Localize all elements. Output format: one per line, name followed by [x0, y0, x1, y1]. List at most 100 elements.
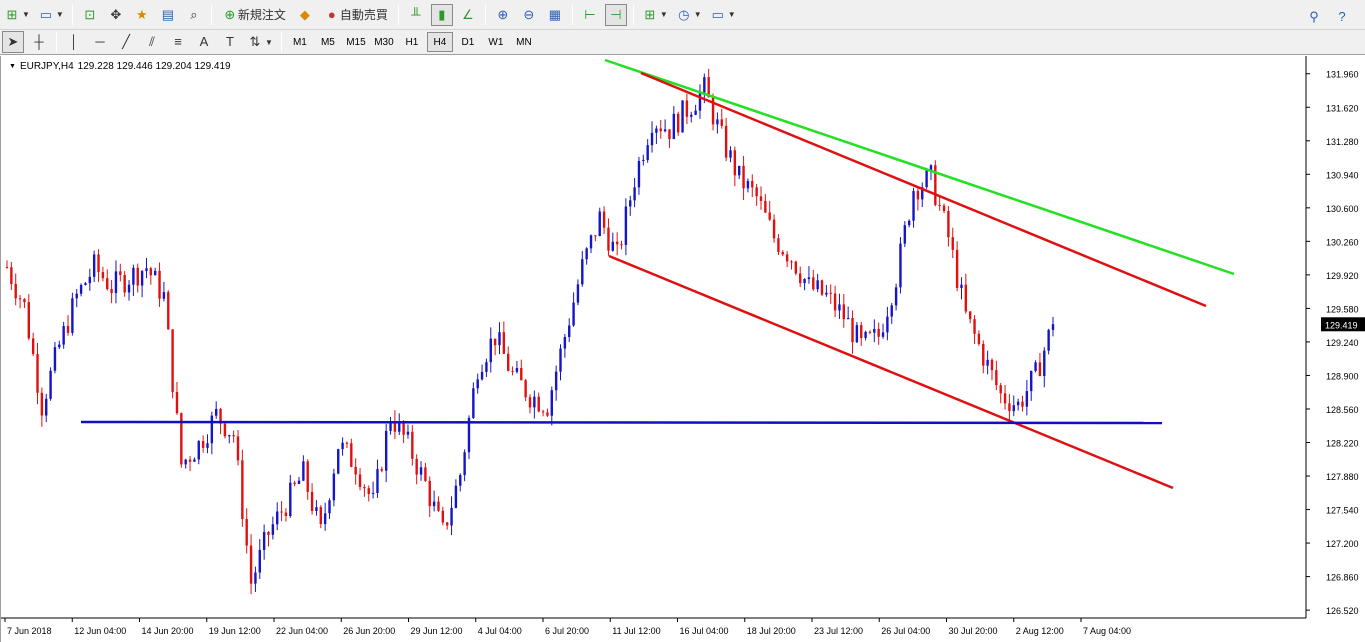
candle-body [92, 254, 96, 277]
chart-shift-button[interactable]: ⊢ [579, 4, 601, 26]
candle-body [851, 318, 854, 343]
candle-body [973, 319, 976, 334]
trendline-blue-support[interactable] [80, 420, 1163, 425]
time-tick-label: 18 Jul 20:00 [747, 626, 796, 636]
price-chart[interactable]: 131.960 131.620 131.280 130.940 130.600 130.2… [1, 56, 1365, 642]
candle-body [690, 114, 693, 117]
timeframe-m5-button[interactable]: M5 [315, 32, 341, 52]
timeframe-h1-button[interactable]: H1 [399, 32, 425, 52]
fibonacci-tool-button[interactable]: ≡ [167, 31, 189, 53]
text-tool-button[interactable]: A [193, 31, 215, 53]
auto-scroll-button[interactable]: ⊣ [604, 3, 627, 26]
horizontal-line-tool-button[interactable]: ─ [89, 31, 111, 53]
trendline-green-resistance[interactable] [604, 58, 1235, 276]
candle-body [1030, 370, 1033, 392]
timeframe-mn-button[interactable]: MN [511, 32, 537, 52]
cursor-tool-button[interactable]: ➤ [2, 31, 24, 53]
new-order-button[interactable]: ⊕ 新規注文 [218, 4, 290, 26]
timeframe-m15-button[interactable]: M15 [343, 32, 369, 52]
timeframe-h4-button[interactable]: H4 [426, 32, 453, 52]
line-chart-button[interactable]: ∠ [457, 4, 479, 26]
templates-button[interactable]: ▭ ▼ [708, 4, 738, 26]
timeframe-group: M1 M5 M15 M30 H1 H4 D1 W1 MN [286, 32, 538, 52]
text-label-tool-button[interactable]: T [219, 31, 241, 53]
time-tick-label: 7 Jun 2018 [7, 626, 52, 636]
time-tick-label: 12 Jun 04:00 [74, 626, 126, 636]
tile-windows-button[interactable]: ▦ [544, 4, 566, 26]
data-window-button[interactable]: ✥ [105, 4, 127, 26]
candle-body [411, 431, 414, 459]
candle-body [742, 165, 745, 189]
timeframe-w1-button[interactable]: W1 [483, 32, 509, 52]
auto-trading-icon: ● [327, 6, 336, 22]
candle-body [855, 325, 859, 343]
candle-body [685, 100, 689, 117]
candle-body [10, 267, 13, 284]
candle-body [955, 249, 959, 288]
time-tick-label: 16 Jul 04:00 [680, 626, 729, 636]
candle-body [262, 532, 266, 550]
candle-body [768, 212, 771, 220]
candle-body [668, 129, 671, 140]
candle-body [241, 460, 244, 520]
candle-body [293, 482, 296, 484]
candle-body [559, 348, 562, 372]
candle-body [611, 241, 615, 251]
indicators-button[interactable]: ⊞ ▼ [640, 4, 670, 26]
auto-trading-button[interactable]: ● 自動売買 [320, 4, 392, 26]
chart-window[interactable]: 131.960 131.620 131.280 130.940 130.600 130.2… [0, 56, 1365, 642]
strategy-tester-button[interactable]: ⌕ [183, 4, 205, 26]
zoom-in-button[interactable]: ⊕ [492, 4, 514, 26]
strategy-tester-icon: ⌕ [190, 6, 198, 22]
zoom-out-button[interactable]: ⊖ [518, 4, 540, 26]
new-order-icon: ⊕ [224, 6, 236, 22]
price-tick-label: 131.960 [1326, 70, 1359, 80]
candle-body [341, 442, 344, 450]
periods-button[interactable]: ◷ ▼ [674, 4, 704, 26]
chevron-down-icon: ▼ [727, 10, 736, 19]
navigator-button[interactable]: ★ [131, 4, 153, 26]
candle-body [358, 474, 362, 488]
timeframe-d1-button[interactable]: D1 [455, 32, 481, 52]
equidistant-channel-tool-button[interactable]: ⫽ [141, 31, 163, 53]
candle-body [1012, 405, 1015, 412]
collapse-triangle-icon[interactable]: ▼ [9, 63, 16, 70]
candle-body [489, 338, 492, 363]
trendline-tool-button[interactable]: ╱ [115, 31, 137, 53]
candle-body [729, 150, 732, 158]
vertical-line-tool-button[interactable]: │ [63, 31, 85, 53]
candle-body [899, 243, 902, 288]
time-tick-label: 6 Jul 20:00 [545, 626, 589, 636]
crosshair-tool-button[interactable]: ┼ [28, 31, 50, 53]
candle-body [45, 398, 48, 416]
crosshair-target-icon: ✥ [110, 6, 122, 22]
price-tick-label: 128.220 [1326, 438, 1359, 448]
arrows-tool-button[interactable]: ⇅ ▼ [245, 31, 275, 53]
help-button[interactable]: ? [1331, 6, 1353, 28]
candle-body [642, 159, 645, 161]
candle-body [201, 441, 205, 448]
trendline-red-channel-lower[interactable] [608, 254, 1174, 490]
timeframe-m30-button[interactable]: M30 [371, 32, 397, 52]
new-chart-button[interactable]: ⊞ ▼ [2, 4, 32, 26]
candle-body [886, 316, 889, 333]
price-tick-label: 129.580 [1326, 304, 1359, 314]
candle-body [106, 278, 109, 290]
candle-body [533, 396, 536, 408]
time-tick-label: 23 Jul 12:00 [814, 626, 863, 636]
bar-chart-button[interactable]: ╨ [405, 4, 427, 26]
timeframe-m1-button[interactable]: M1 [287, 32, 313, 52]
candle-body [977, 333, 981, 344]
candlestick-chart-button[interactable]: ▮ [430, 3, 453, 26]
search-button[interactable]: ⚲ [1303, 6, 1325, 28]
candle-body [428, 480, 431, 507]
metaeditor-button[interactable]: ◆ [294, 4, 316, 26]
candle-body [615, 241, 619, 245]
terminal-button[interactable]: ▤ [157, 4, 179, 26]
zoom-out-icon: ⊖ [523, 6, 535, 22]
profiles-button[interactable]: ▭ ▼ [36, 4, 66, 26]
candle-body [942, 205, 946, 212]
market-watch-button[interactable]: ⊡ [79, 4, 101, 26]
trendline-red-channel-upper[interactable] [640, 71, 1207, 308]
candle-body [271, 524, 275, 535]
